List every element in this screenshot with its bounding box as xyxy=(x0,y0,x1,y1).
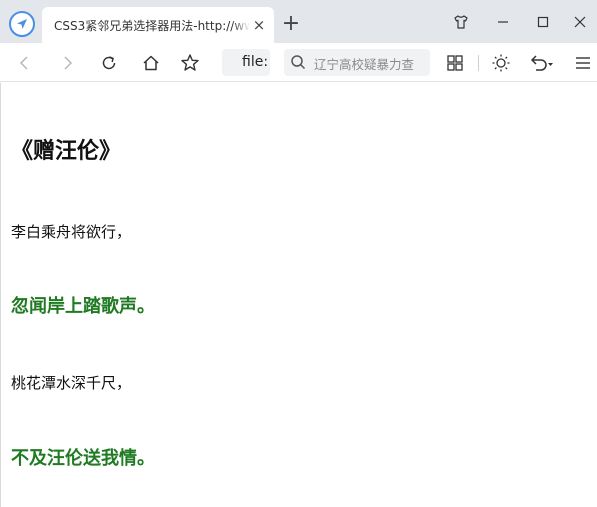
maximize-icon[interactable] xyxy=(530,10,556,34)
forward-icon[interactable] xyxy=(55,51,79,75)
tab-active[interactable]: CSS3紧邻兄弟选择器用法-http://www × xyxy=(42,7,274,43)
page-content: 《赠汪伦》 李白乘舟将欲行， 忽闻岸上踏歌声。 桃花潭水深千尺， 不及汪伦送我情… xyxy=(0,83,597,507)
toolbar: file: 辽宁高校疑暴力查 xyxy=(0,43,597,82)
search-icon xyxy=(290,54,306,74)
menu-icon[interactable] xyxy=(571,51,595,75)
browser-logo-icon[interactable] xyxy=(9,11,35,37)
poem-line-4: 不及汪伦送我情。 xyxy=(11,448,155,469)
toolbar-divider xyxy=(478,55,479,71)
search-input[interactable]: 辽宁高校疑暴力查 xyxy=(284,49,430,76)
home-icon[interactable] xyxy=(139,51,163,75)
address-bar[interactable]: file: xyxy=(222,49,270,76)
tab-bar: CSS3紧邻兄弟选择器用法-http://www × + xyxy=(0,0,597,43)
apps-grid-icon[interactable] xyxy=(443,51,467,75)
back-icon[interactable] xyxy=(13,51,37,75)
close-icon[interactable]: × xyxy=(250,16,268,34)
tab-title: CSS3紧邻兄弟选择器用法-http://www xyxy=(54,17,250,35)
reload-icon[interactable] xyxy=(97,51,121,75)
undo-icon[interactable] xyxy=(527,51,557,75)
window-close-icon[interactable] xyxy=(567,10,593,34)
plus-icon[interactable]: + xyxy=(280,13,302,35)
poem-line-2: 忽闻岸上踏歌声。 xyxy=(11,296,155,317)
minimize-icon[interactable] xyxy=(490,10,516,34)
search-placeholder: 辽宁高校疑暴力查 xyxy=(314,57,415,72)
page-title: 《赠汪伦》 xyxy=(11,139,122,164)
brightness-icon[interactable] xyxy=(489,51,513,75)
poem-line-3: 桃花潭水深千尺， xyxy=(11,374,132,392)
poem-line-1: 李白乘舟将欲行， xyxy=(11,223,132,241)
shirt-icon[interactable] xyxy=(448,10,474,34)
star-icon[interactable] xyxy=(178,51,202,75)
